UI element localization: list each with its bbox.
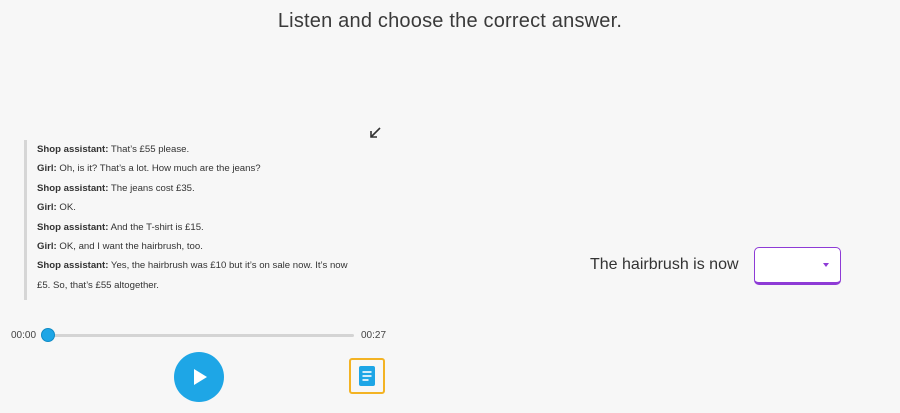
transcript-line: Shop assistant: And the T-shirt is £15. (37, 218, 380, 237)
transcript-line: Girl: OK. (37, 198, 380, 217)
transcript-line: Shop assistant: The jeans cost £35. (37, 179, 380, 198)
question-prompt: The hairbrush is now (590, 256, 739, 273)
line-text: OK. (56, 202, 76, 214)
line-text: Yes, the hairbrush was £10 but it’s on s… (108, 260, 348, 272)
speaker-label: Girl: (37, 241, 57, 253)
line-text: OK, and I want the hairbrush, too. (56, 241, 203, 253)
audio-progress-track[interactable] (48, 334, 354, 337)
transcript-toggle-button[interactable] (349, 358, 385, 394)
line-text: That’s £55 please. (108, 144, 190, 155)
audio-seek-handle[interactable] (41, 328, 55, 342)
speaker-label: Shop assistant: (37, 144, 109, 155)
speaker-label: Girl: (37, 163, 57, 175)
collapse-arrow-icon (370, 127, 381, 138)
transcript-line: Shop assistant: That’s £55 please. (37, 140, 380, 159)
transcript-panel: Shop assistant: That’s £55 please. Girl:… (24, 140, 380, 300)
line-text: The jeans cost £35. (108, 182, 195, 194)
transcript-line: Girl: Oh, is it? That’s a lot. How much … (37, 159, 380, 178)
play-icon (194, 369, 207, 385)
caret-down-icon (823, 263, 829, 267)
current-time: 00:00 (11, 330, 37, 341)
transcript-line: Girl: OK, and I want the hairbrush, too. (37, 237, 380, 256)
speaker-label: Girl: (37, 202, 57, 214)
total-time: 00:27 (361, 330, 387, 341)
transcript-line: £5. So, that’s £55 altogether. (37, 276, 380, 295)
speaker-label: Shop assistant: (37, 260, 109, 272)
play-button[interactable] (174, 352, 224, 402)
line-text: Oh, is it? That’s a lot. How much are th… (56, 163, 261, 175)
answer-dropdown[interactable] (754, 247, 841, 285)
speaker-label: Shop assistant: (37, 182, 109, 194)
line-text: And the T-shirt is £15. (108, 221, 204, 233)
transcript-document-icon (359, 366, 375, 386)
transcript-line: Shop assistant: Yes, the hairbrush was £… (37, 256, 380, 275)
instruction-title: Listen and choose the correct answer. (277, 10, 623, 32)
line-text: £5. So, that’s £55 altogether. (37, 279, 159, 291)
speaker-label: Shop assistant: (37, 221, 109, 233)
